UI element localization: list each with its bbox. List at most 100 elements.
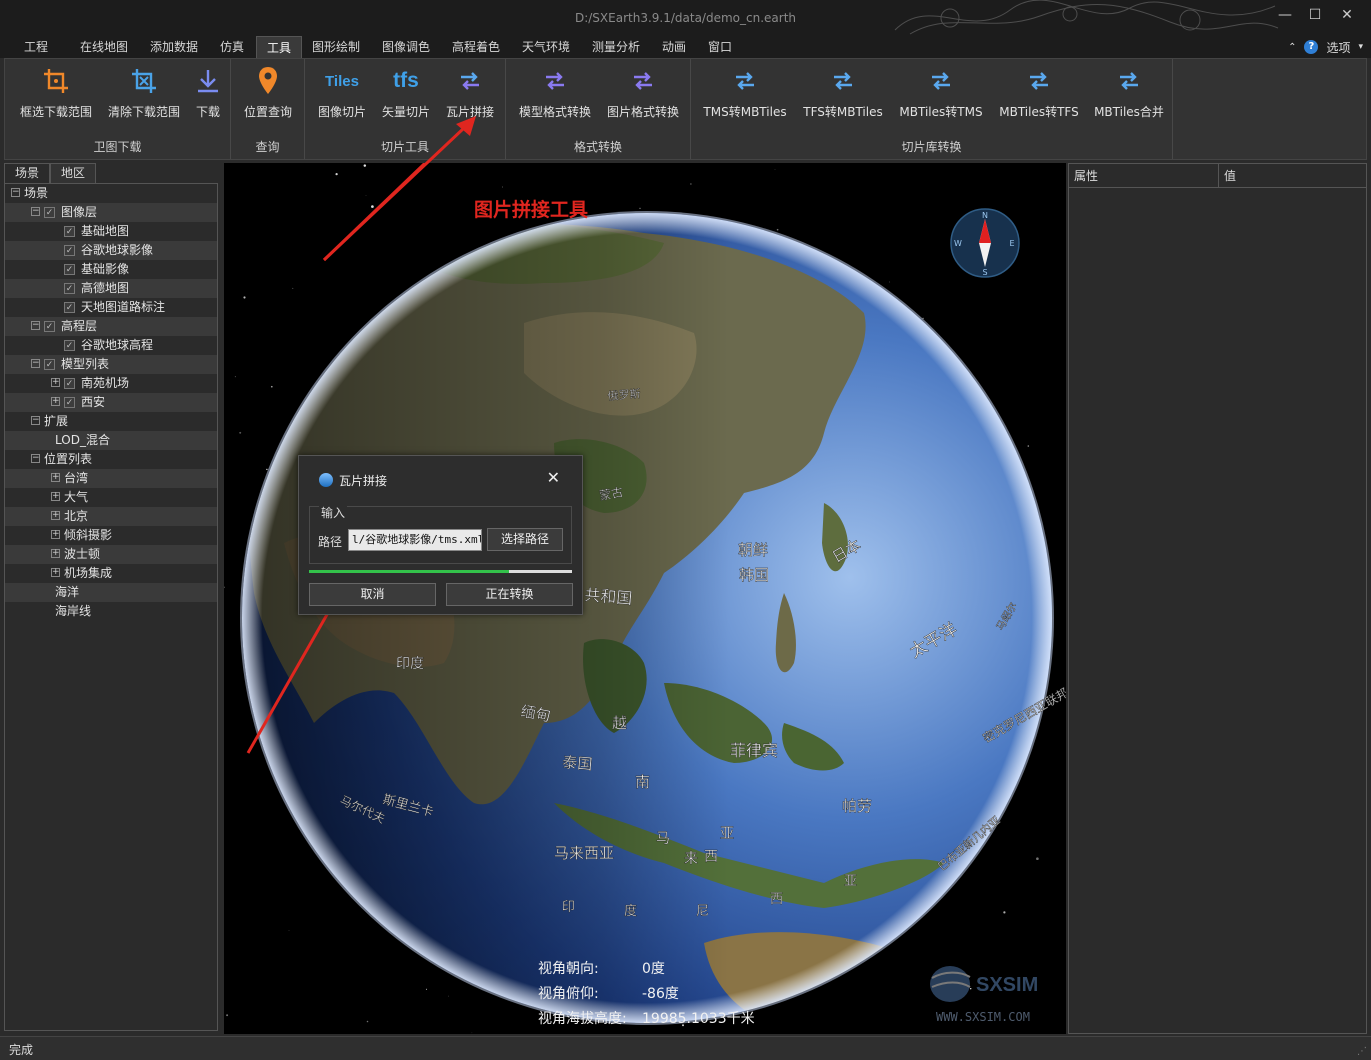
menu-add-data[interactable]: 添加数据 [140,36,208,58]
star [239,431,242,434]
tree-item[interactable]: ✓ 基础影像 [5,260,217,279]
checkbox-icon[interactable]: ✓ [44,207,55,218]
checkbox-icon[interactable]: ✓ [64,378,75,389]
checkbox-icon[interactable]: ✓ [64,264,75,275]
menu-animation[interactable]: 动画 [652,36,696,58]
tree-item[interactable]: + 台湾 [5,469,217,488]
cancel-button[interactable]: 取消 [309,583,436,606]
mbtiles-to-tfs-button[interactable]: MBTiles转TFS [993,65,1085,125]
menu-weather[interactable]: 天气环境 [512,36,580,58]
tree-item[interactable]: 海洋 [5,583,217,602]
tree-item[interactable]: − ✓ 高程层 [5,317,217,336]
expand-icon[interactable]: + [51,568,60,577]
compass-icon[interactable]: N S E W [950,208,1020,278]
expand-icon[interactable]: + [51,530,60,539]
expand-icon[interactable]: + [51,397,60,406]
help-icon[interactable]: ? [1304,40,1319,54]
menu-image-color[interactable]: 图像调色 [372,36,440,58]
tms-to-mbtiles-button[interactable]: TMS转MBTiles [699,65,791,125]
browse-path-button[interactable]: 选择路径 [487,528,563,551]
expand-icon[interactable]: + [51,378,60,387]
tree-item[interactable]: + 倾斜摄影 [5,526,217,545]
tile-merge-button[interactable]: 瓦片拼接 [443,65,497,125]
checkbox-icon[interactable]: ✓ [64,302,75,313]
model-format-convert-button[interactable]: 模型格式转换 [516,65,594,125]
menu-measure[interactable]: 测量分析 [582,36,650,58]
checkbox-icon[interactable]: ✓ [64,397,75,408]
value-column-header[interactable]: 值 [1219,164,1366,188]
tree-item[interactable]: + ✓ 南苑机场 [5,374,217,393]
menu-tools[interactable]: 工具 [256,36,303,58]
dialog-close-icon[interactable]: ✕ [547,468,560,487]
location-query-button[interactable]: 位置查询 [241,65,295,125]
collapse-icon[interactable]: − [31,454,40,463]
close-button[interactable]: ✕ [1332,4,1362,26]
tab-region[interactable]: 地区 [50,163,96,183]
path-input[interactable]: l/谷歌地球影像/tms.xml [348,529,482,551]
options-menu[interactable]: 选项 [1326,39,1350,56]
property-column-header[interactable]: 属性 [1069,164,1219,188]
checkbox-icon[interactable]: ✓ [64,283,75,294]
tree-item[interactable]: ✓ 谷歌地球影像 [5,241,217,260]
tree-item[interactable]: − ✓ 模型列表 [5,355,217,374]
tree-item[interactable]: − 扩展 [5,412,217,431]
collapse-icon[interactable]: − [31,207,40,216]
tree-item[interactable]: ✓ 高德地图 [5,279,217,298]
collapse-ribbon-icon[interactable]: ⌃ [1288,42,1296,53]
resize-grip-icon[interactable]: ⋰ [1357,1046,1367,1057]
tree-item[interactable]: LOD_混合 [5,431,217,450]
options-chevron-icon[interactable]: ▾ [1358,42,1363,52]
collapse-icon[interactable]: − [31,359,40,368]
checkbox-icon[interactable]: ✓ [44,359,55,370]
tile-merge-label: 瓦片拼接 [445,105,494,119]
menu-project[interactable]: 工程 [14,36,58,58]
converting-button[interactable]: 正在转换 [446,583,573,606]
menu-window[interactable]: 窗口 [698,36,742,58]
minimize-button[interactable]: — [1270,4,1300,26]
tree-item[interactable]: + 北京 [5,507,217,526]
menu-drawing[interactable]: 图形绘制 [302,36,370,58]
checkbox-icon[interactable]: ✓ [64,245,75,256]
star [335,172,338,176]
expand-icon[interactable]: + [51,492,60,501]
clear-download-area-button[interactable]: 清除下载范围 [105,65,183,125]
scene-tree: − 场景 − ✓ 图像层 ✓ 基础地图 ✓ 谷歌地球影像 ✓ 基础影像 ✓ 高德地图 ✓ 天地图道路标注 − ✓… [4,183,218,1031]
maximize-button[interactable]: ☐ [1300,4,1330,26]
tree-item-label: 谷歌地球高程 [81,338,154,352]
tree-item[interactable]: ✓ 天地图道路标注 [5,298,217,317]
collapse-icon[interactable]: − [31,321,40,330]
select-download-area-button[interactable]: 框选下载范围 [17,65,95,125]
tab-scene[interactable]: 场景 [4,163,50,183]
menu-elevation-color[interactable]: 高程着色 [442,36,510,58]
image-format-convert-button[interactable]: 图片格式转换 [604,65,682,125]
tree-item[interactable]: − 位置列表 [5,450,217,469]
tree-item[interactable]: − ✓ 图像层 [5,203,217,222]
checkbox-icon[interactable]: ✓ [64,340,75,351]
mbtiles-to-tms-button[interactable]: MBTiles转TMS [895,65,987,125]
collapse-icon[interactable]: − [11,188,20,197]
expand-icon[interactable]: + [51,473,60,482]
image-format-convert-label: 图片格式转换 [606,105,679,119]
tree-item[interactable]: 海岸线 [5,602,217,621]
tree-item[interactable]: + 机场集成 [5,564,217,583]
menu-simulation[interactable]: 仿真 [210,36,254,58]
download-button[interactable]: 下载 [190,65,226,125]
menu-online-map[interactable]: 在线地图 [70,36,138,58]
tree-item[interactable]: ✓ 基础地图 [5,222,217,241]
checkbox-icon[interactable]: ✓ [64,226,75,237]
tree-item[interactable]: + 波士顿 [5,545,217,564]
expand-icon[interactable]: + [51,511,60,520]
checkbox-icon[interactable]: ✓ [44,321,55,332]
tfs-to-mbtiles-button[interactable]: TFS转MBTiles [797,65,889,125]
star [292,287,294,289]
image-tiling-button[interactable]: Tiles 图像切片 [315,65,369,125]
mbtiles-merge-button[interactable]: MBTiles合并 [1089,65,1169,125]
expand-icon[interactable]: + [51,549,60,558]
tree-item[interactable]: + 大气 [5,488,217,507]
star [969,987,972,990]
collapse-icon[interactable]: − [31,416,40,425]
tree-item[interactable]: ✓ 谷歌地球高程 [5,336,217,355]
vector-tiling-button[interactable]: tfs 矢量切片 [379,65,433,125]
tree-item[interactable]: − 场景 [5,184,217,203]
tree-item[interactable]: + ✓ 西安 [5,393,217,412]
